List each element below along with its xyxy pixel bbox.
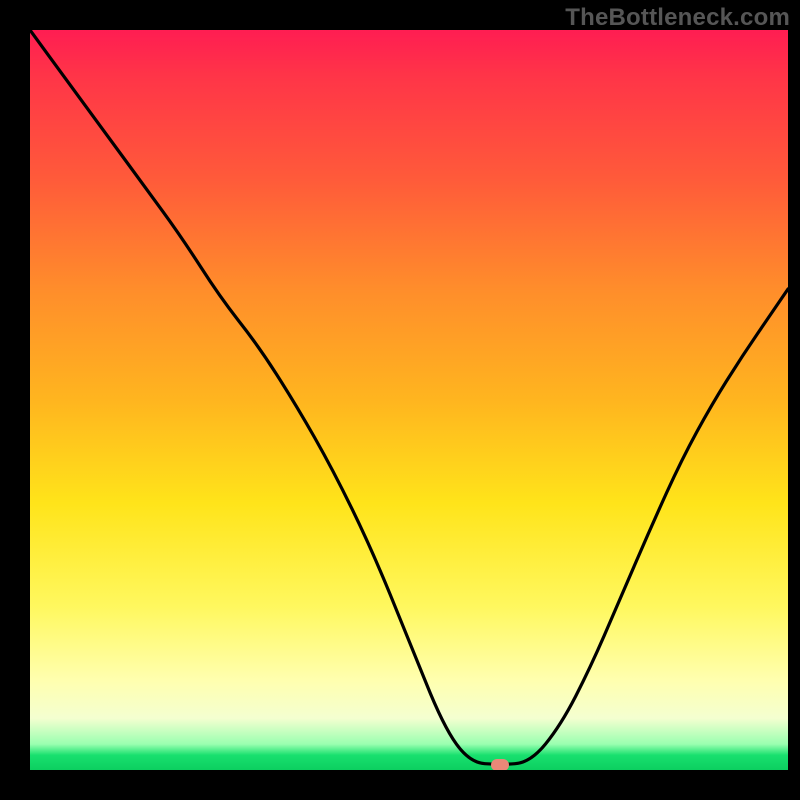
- optimal-marker: [491, 759, 509, 770]
- chart-frame: TheBottleneck.com: [0, 0, 800, 800]
- curve-path: [30, 30, 788, 764]
- bottleneck-curve: [30, 30, 788, 770]
- plot-area: [30, 30, 788, 770]
- watermark-text: TheBottleneck.com: [565, 4, 790, 32]
